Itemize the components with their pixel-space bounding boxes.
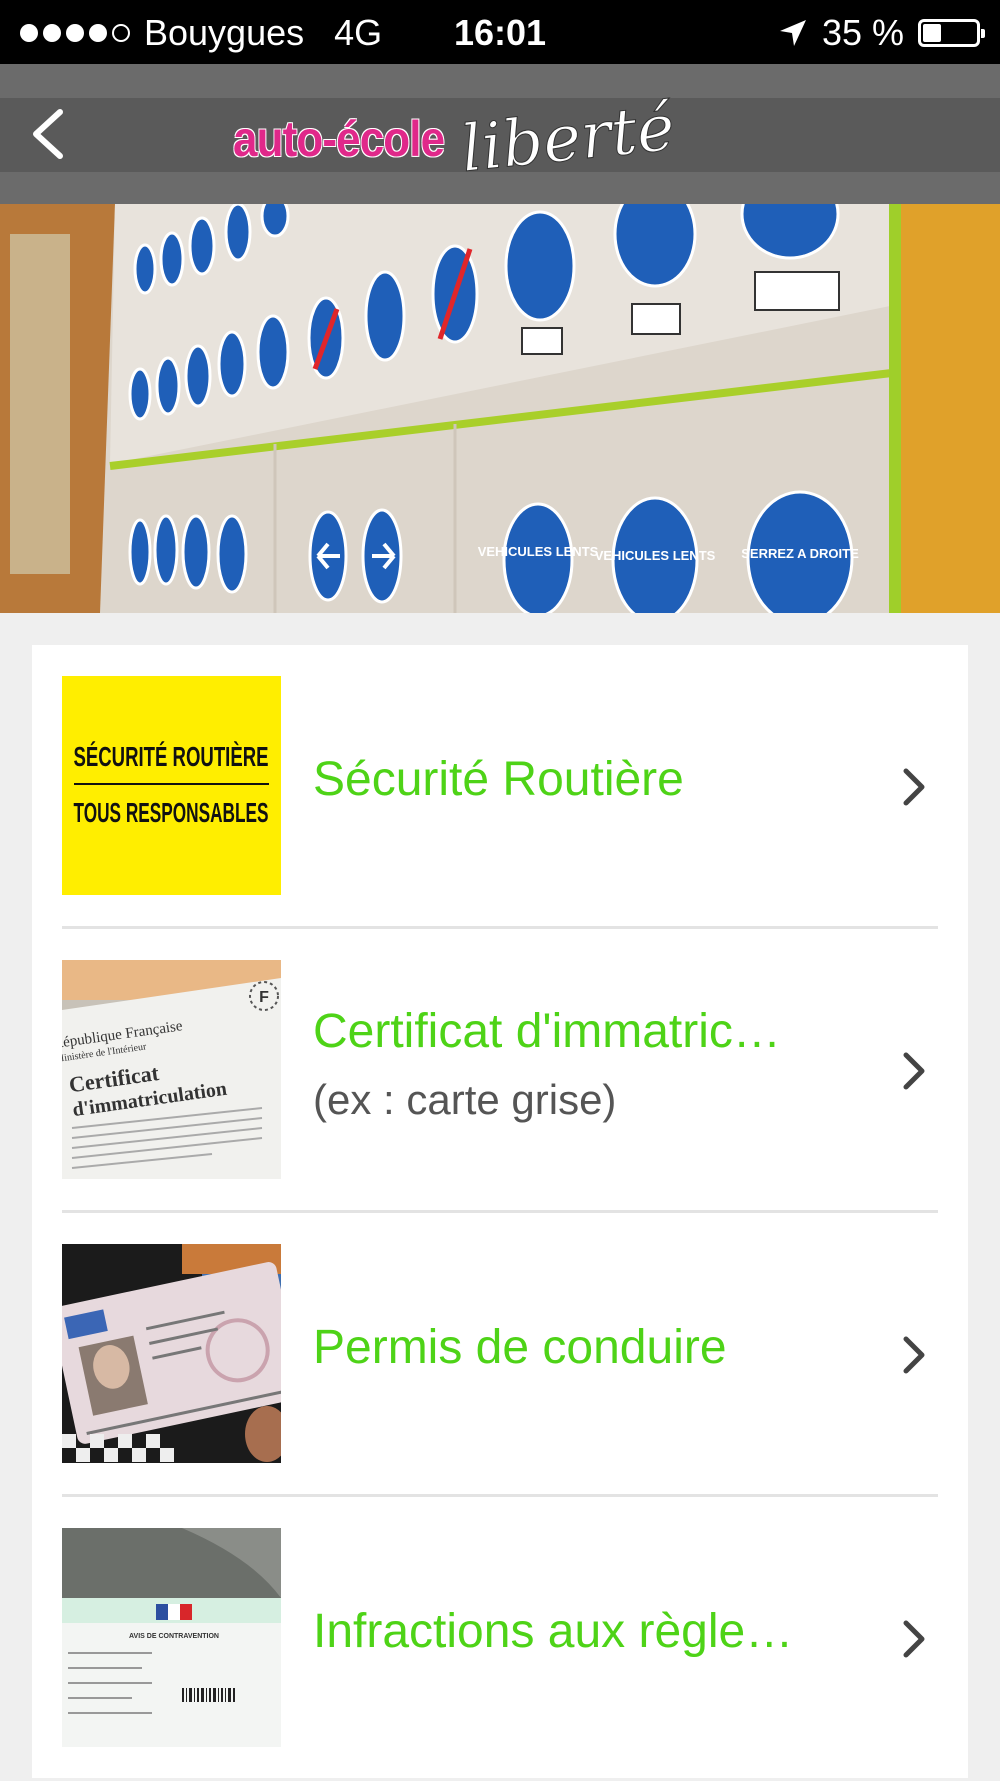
back-button[interactable] <box>22 104 82 164</box>
chevron-right-icon <box>903 1052 925 1090</box>
infractions-thumbnail: AVIS DE CONTRAVENTION <box>62 1528 281 1747</box>
logo-main-text: auto-école <box>233 111 445 167</box>
menu-list: SÉCURITÉ ROUTIÈRE TOUS RESPONSABLES Sécu… <box>32 645 968 1778</box>
list-item-permis-de-conduire[interactable]: Permis de conduire <box>62 1213 938 1497</box>
chevron-right-icon <box>903 1620 925 1658</box>
logo-script-text: liberté <box>457 91 679 188</box>
list-item-subtitle: (ex : carte grise) <box>313 1076 617 1123</box>
thumb-text-responsables: TOUS RESPONSABLES <box>74 797 269 828</box>
battery-percent: 35 % <box>821 12 904 53</box>
status-bar: Bouygues 4G 16:01 35 % <box>0 0 1000 64</box>
battery-level-fill <box>923 24 941 42</box>
chevron-left-icon <box>33 109 63 159</box>
list-item-title: Infractions aux règle… <box>313 1605 794 1658</box>
list-item-title: Permis de conduire <box>313 1321 727 1374</box>
navigation-bar: auto-école liberté <box>0 64 1000 204</box>
list-item-certificat-immatriculation[interactable]: F République Française Ministère de l'In… <box>62 929 938 1213</box>
hero-sign-text-2: VEHICULES LENTS <box>595 548 716 563</box>
chevron-right-icon <box>903 768 925 806</box>
list-item-infractions[interactable]: AVIS DE CONTRAVENTION Infractions aux rè… <box>62 1497 938 1781</box>
certificat-thumbnail: F République Française Ministère de l'In… <box>62 960 281 1179</box>
hero-image: VEHICULES LENTS VEHICULES LENTS SERREZ A… <box>0 204 1000 613</box>
securite-routiere-thumbnail: SÉCURITÉ ROUTIÈRE TOUS RESPONSABLES <box>62 676 281 895</box>
permis-thumbnail <box>62 1244 281 1463</box>
list-item-title: Sécurité Routière <box>313 753 684 806</box>
location-arrow-icon <box>779 20 806 46</box>
chevron-right-icon <box>903 1336 925 1374</box>
battery-icon <box>918 19 985 47</box>
app-logo: auto-école liberté <box>233 82 679 188</box>
thumb-text-securite: SÉCURITÉ ROUTIÈRE <box>74 741 269 772</box>
status-right: 35 % <box>778 12 985 54</box>
list-item-title: Certificat d'immatric… <box>313 1005 781 1058</box>
hero-sign-text-3: SERREZ A DROITE <box>741 546 859 561</box>
list-item-securite-routiere[interactable]: SÉCURITÉ ROUTIÈRE TOUS RESPONSABLES Sécu… <box>62 645 938 929</box>
thumb-text-avis: AVIS DE CONTRAVENTION <box>129 1633 219 1640</box>
thumb-text-f: F <box>259 989 269 1006</box>
hero-sign-text-1: VEHICULES LENTS <box>478 544 599 559</box>
